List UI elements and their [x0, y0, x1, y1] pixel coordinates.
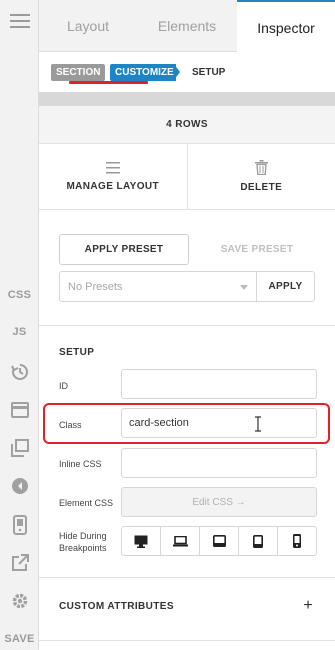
hide-label-line1: Hide During — [59, 531, 107, 541]
breakpoint-tablet-portrait-toggle[interactable] — [238, 527, 277, 555]
rows-count-bar[interactable]: 4 ROWS — [39, 106, 335, 144]
external-link-icon[interactable] — [0, 551, 39, 575]
presets-section: APPLY PRESET SAVE PRESET No Presets APPL… — [39, 210, 335, 326]
breadcrumb-section[interactable]: SECTION — [51, 64, 106, 81]
hamburger-menu-icon[interactable] — [0, 8, 39, 34]
laptop-icon — [172, 535, 188, 546]
delete-label: DELETE — [240, 182, 283, 193]
manage-layout-button[interactable]: MANAGE LAYOUT — [39, 144, 187, 209]
desktop-icon — [134, 535, 148, 548]
hide-label-line2: Breakpoints — [59, 543, 107, 553]
apply-preset-button[interactable]: APPLY PRESET — [59, 234, 189, 265]
element-css-label: Element CSS — [59, 498, 114, 508]
preset-select[interactable]: No Presets — [59, 271, 257, 302]
breadcrumb-arrow-icon — [174, 64, 180, 80]
custom-attributes-title: CUSTOM ATTRIBUTES — [59, 601, 174, 612]
css-button[interactable]: CSS — [0, 285, 39, 305]
custom-attributes-section: CUSTOM ATTRIBUTES + — [39, 578, 335, 634]
js-button[interactable]: JS — [0, 322, 39, 342]
setup-section: SETUP ID Class card-section Inline CSS E… — [39, 326, 335, 578]
tab-elements[interactable]: Elements — [137, 0, 237, 52]
copy-icon[interactable] — [0, 436, 39, 460]
tab-layout[interactable]: Layout — [39, 0, 137, 52]
trash-icon — [254, 160, 268, 175]
breakpoint-mobile-toggle[interactable] — [277, 527, 316, 555]
save-preset-button[interactable]: SAVE PRESET — [199, 234, 315, 265]
gear-icon[interactable] — [0, 589, 39, 613]
id-label: ID — [59, 381, 68, 391]
breakpoint-laptop-toggle[interactable] — [160, 527, 199, 555]
breadcrumb-setup[interactable]: SETUP — [187, 64, 230, 81]
class-field-value: card-section — [129, 417, 189, 429]
edit-css-button[interactable]: Edit CSS → — [121, 487, 317, 517]
breadcrumb: SECTION CUSTOMIZE SETUP — [39, 52, 335, 92]
breakpoint-toggles — [121, 526, 317, 556]
panel-tabs: Layout Elements Inspector — [39, 0, 335, 53]
preset-select-value: No Presets — [68, 280, 123, 293]
setup-title: SETUP — [59, 347, 95, 358]
breakpoint-desktop-toggle[interactable] — [122, 527, 160, 555]
inline-css-label: Inline CSS — [59, 459, 102, 469]
id-field[interactable] — [121, 369, 317, 399]
actions-row: MANAGE LAYOUT DELETE — [39, 144, 335, 210]
back-circle-icon[interactable] — [0, 474, 39, 498]
mobile-icon — [293, 534, 301, 548]
inline-css-field[interactable] — [121, 448, 317, 478]
hide-breakpoints-label: Hide During Breakpoints — [59, 530, 107, 554]
save-button[interactable]: SAVE — [0, 630, 39, 648]
chevron-down-icon — [240, 285, 248, 290]
apply-button[interactable]: APPLY — [256, 271, 315, 302]
divider-bar — [39, 92, 335, 106]
tablet-portrait-icon — [253, 534, 263, 548]
history-icon[interactable] — [0, 360, 39, 384]
class-label: Class — [59, 420, 82, 430]
manage-layout-label: MANAGE LAYOUT — [66, 180, 160, 192]
left-rail: CSS JS SAVE — [0, 0, 39, 650]
list-lines-icon — [105, 161, 120, 173]
breakpoint-tablet-landscape-toggle[interactable] — [199, 527, 238, 555]
delete-button[interactable]: DELETE — [186, 144, 335, 209]
highlight-underline — [69, 81, 148, 84]
tab-inspector[interactable]: Inspector — [237, 0, 335, 53]
class-field[interactable]: card-section — [121, 408, 317, 438]
breadcrumb-customize[interactable]: CUSTOMIZE — [110, 64, 176, 81]
app-root: CSS JS SAVE Layout Elements Inspector SE… — [0, 0, 335, 650]
bottom-divider — [39, 640, 335, 641]
text-cursor-icon — [255, 416, 261, 432]
tablet-landscape-icon — [212, 535, 226, 547]
add-attribute-button[interactable]: + — [299, 597, 317, 615]
mobile-preview-icon[interactable] — [0, 512, 39, 538]
layout-block-icon[interactable] — [0, 398, 39, 422]
